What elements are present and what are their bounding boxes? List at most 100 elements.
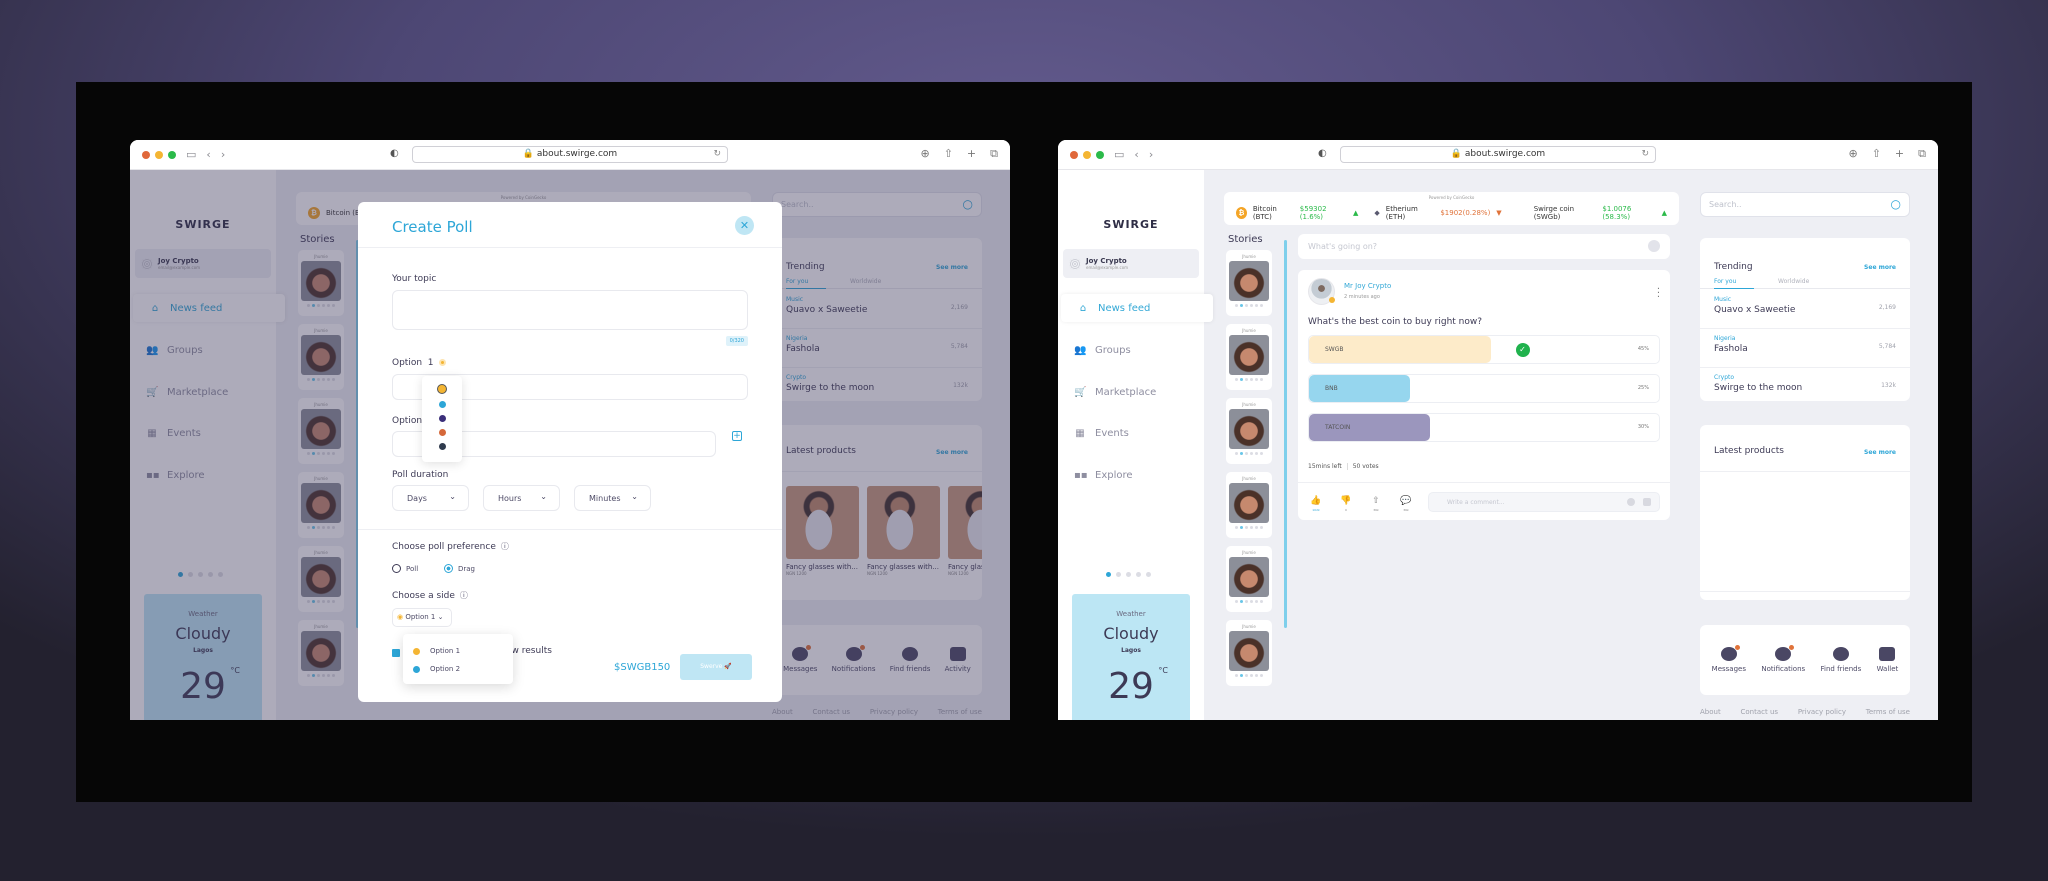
view-results-checkbox[interactable]: [392, 649, 400, 657]
topic-input[interactable]: [392, 290, 748, 330]
tab-worldwide[interactable]: Worldwide: [1778, 278, 1809, 285]
poll-option[interactable]: TATCOIN 30%: [1308, 413, 1660, 442]
story-card[interactable]: Jhumie: [1226, 324, 1272, 390]
comment-button[interactable]: 💬 36k: [1398, 496, 1414, 512]
close-window-button[interactable]: [1070, 150, 1078, 159]
footer-contact[interactable]: Contact us: [1740, 708, 1778, 716]
forward-icon[interactable]: ›: [221, 148, 225, 161]
new-tab-icon[interactable]: +: [1895, 147, 1904, 161]
search-input[interactable]: Search.. ○: [1700, 192, 1910, 217]
image-upload-icon[interactable]: [1648, 240, 1660, 252]
maximize-window-button[interactable]: [168, 150, 176, 159]
forward-icon[interactable]: ›: [1149, 148, 1153, 161]
footer-terms[interactable]: Terms of use: [1866, 708, 1910, 716]
sidebar-item-news-feed[interactable]: ⌂ News feed: [1061, 294, 1213, 322]
like-button[interactable]: 👍 102k: [1308, 496, 1324, 512]
trend-item[interactable]: Music Quavo x Saweetie 2,169: [1700, 290, 1910, 329]
color-option-orange[interactable]: [438, 429, 446, 436]
radio-poll[interactable]: Poll: [392, 564, 418, 573]
pager-dot[interactable]: [1126, 572, 1131, 577]
tab-for-you[interactable]: For you: [1714, 278, 1755, 289]
minimize-window-button[interactable]: [1083, 150, 1091, 159]
reload-icon[interactable]: ↻: [1641, 147, 1649, 162]
close-modal-button[interactable]: ✕: [735, 216, 754, 235]
privacy-shield-icon[interactable]: ◐: [390, 148, 399, 159]
sidebar-item-groups[interactable]: 👥 Groups: [1058, 336, 1204, 364]
sidebar-item-explore[interactable]: ▪▪ Explore: [1058, 461, 1204, 489]
story-card[interactable]: Jhumie: [1226, 620, 1272, 686]
back-icon[interactable]: ‹: [1134, 148, 1138, 161]
weather-temp: 29 °C: [1108, 666, 1168, 707]
footer-about[interactable]: About: [1700, 708, 1721, 716]
see-more-link[interactable]: See more: [1864, 449, 1896, 456]
side-option-1[interactable]: Option 1: [413, 642, 503, 660]
close-window-button[interactable]: [142, 150, 150, 159]
share-icon[interactable]: ⇧: [1872, 147, 1881, 161]
color-option-yellow[interactable]: [437, 384, 447, 394]
share-button[interactable]: ⇧ 36k: [1368, 496, 1384, 512]
image-icon[interactable]: [1643, 498, 1651, 506]
story-card[interactable]: Jhumie: [1226, 250, 1272, 316]
poll-option[interactable]: BNB 25%: [1308, 374, 1660, 403]
trend-item[interactable]: Nigeria Fashola 5,784: [1700, 329, 1910, 368]
notifications-button[interactable]: Notifications: [1761, 645, 1805, 673]
hours-select[interactable]: Hours ⌄: [483, 485, 560, 511]
pager-dot[interactable]: [1106, 572, 1111, 577]
sidebar-toggle-icon[interactable]: ▭: [1114, 148, 1124, 161]
option1-color-swatch[interactable]: [438, 359, 446, 366]
color-option-purple[interactable]: [438, 415, 446, 422]
messages-button[interactable]: Messages: [1712, 645, 1746, 673]
new-tab-icon[interactable]: +: [967, 147, 976, 161]
pager-dot[interactable]: [1146, 572, 1151, 577]
find-friends-button[interactable]: Find friends: [1821, 647, 1861, 673]
pager-dot[interactable]: [1116, 572, 1121, 577]
more-options-icon[interactable]: · · ·: [1657, 285, 1660, 303]
sidebar-item-marketplace[interactable]: 🛒 Marketplace: [1058, 378, 1204, 406]
maximize-window-button[interactable]: [1096, 150, 1104, 159]
trend-title: Fashola: [1714, 344, 1748, 354]
feed-scrollbar[interactable]: [1284, 240, 1287, 628]
comment-input[interactable]: Write a comment...: [1428, 492, 1660, 512]
emoji-icon[interactable]: [1627, 498, 1635, 506]
story-card[interactable]: Jhumie: [1226, 398, 1272, 464]
compose-input[interactable]: What's going on?: [1298, 234, 1670, 259]
minimize-window-button[interactable]: [155, 150, 163, 159]
info-icon: ⓘ: [459, 591, 468, 600]
color-option-navy[interactable]: [438, 443, 446, 450]
pager-dot[interactable]: [1136, 572, 1141, 577]
post-author[interactable]: Mr Joy Crypto: [1344, 282, 1391, 290]
add-option-button[interactable]: +: [732, 431, 742, 441]
trending-title: Trending: [1714, 262, 1753, 272]
dislike-button[interactable]: 👎 0: [1338, 496, 1354, 512]
share-icon[interactable]: ⇧: [944, 147, 953, 161]
see-more-link[interactable]: See more: [1864, 264, 1896, 271]
address-bar[interactable]: 🔒 about.swirge.com ↻: [412, 146, 728, 163]
author-avatar[interactable]: [1308, 278, 1335, 305]
wallet-button[interactable]: Wallet: [1877, 647, 1898, 673]
side-select[interactable]: ◉ Option 1 ⌄: [392, 608, 452, 627]
days-select[interactable]: Days ⌄: [392, 485, 469, 511]
search-icon[interactable]: ○: [1891, 197, 1901, 211]
side-option-2[interactable]: Option 2: [413, 660, 503, 678]
download-icon[interactable]: ⊕: [920, 147, 929, 161]
story-card[interactable]: Jhumie: [1226, 546, 1272, 612]
user-card[interactable]: Joy Crypto email@example.com: [1063, 249, 1199, 278]
quick-actions: Messages Notifications Find friends Wall…: [1700, 625, 1910, 695]
sidebar-item-events[interactable]: ▦ Events: [1058, 419, 1204, 447]
radio-drag[interactable]: Drag: [444, 564, 475, 573]
swerve-button[interactable]: Swerve 🚀: [680, 654, 752, 680]
color-option-blue[interactable]: [438, 401, 446, 408]
download-icon[interactable]: ⊕: [1848, 147, 1857, 161]
footer-privacy[interactable]: Privacy policy: [1798, 708, 1846, 716]
story-card[interactable]: Jhumie: [1226, 472, 1272, 538]
address-bar[interactable]: 🔒 about.swirge.com ↻: [1340, 146, 1656, 163]
poll-option[interactable]: SWGB ✓ 45%: [1308, 335, 1660, 364]
sidebar-toggle-icon[interactable]: ▭: [186, 148, 196, 161]
privacy-shield-icon[interactable]: ◐: [1318, 148, 1327, 159]
trend-item[interactable]: Crypto Swirge to the moon 132k: [1700, 368, 1910, 407]
reload-icon[interactable]: ↻: [713, 147, 721, 162]
minutes-select[interactable]: Minutes ⌄: [574, 485, 651, 511]
back-icon[interactable]: ‹: [206, 148, 210, 161]
tabs-overview-icon[interactable]: ⧉: [1918, 147, 1926, 161]
tabs-overview-icon[interactable]: ⧉: [990, 147, 998, 161]
